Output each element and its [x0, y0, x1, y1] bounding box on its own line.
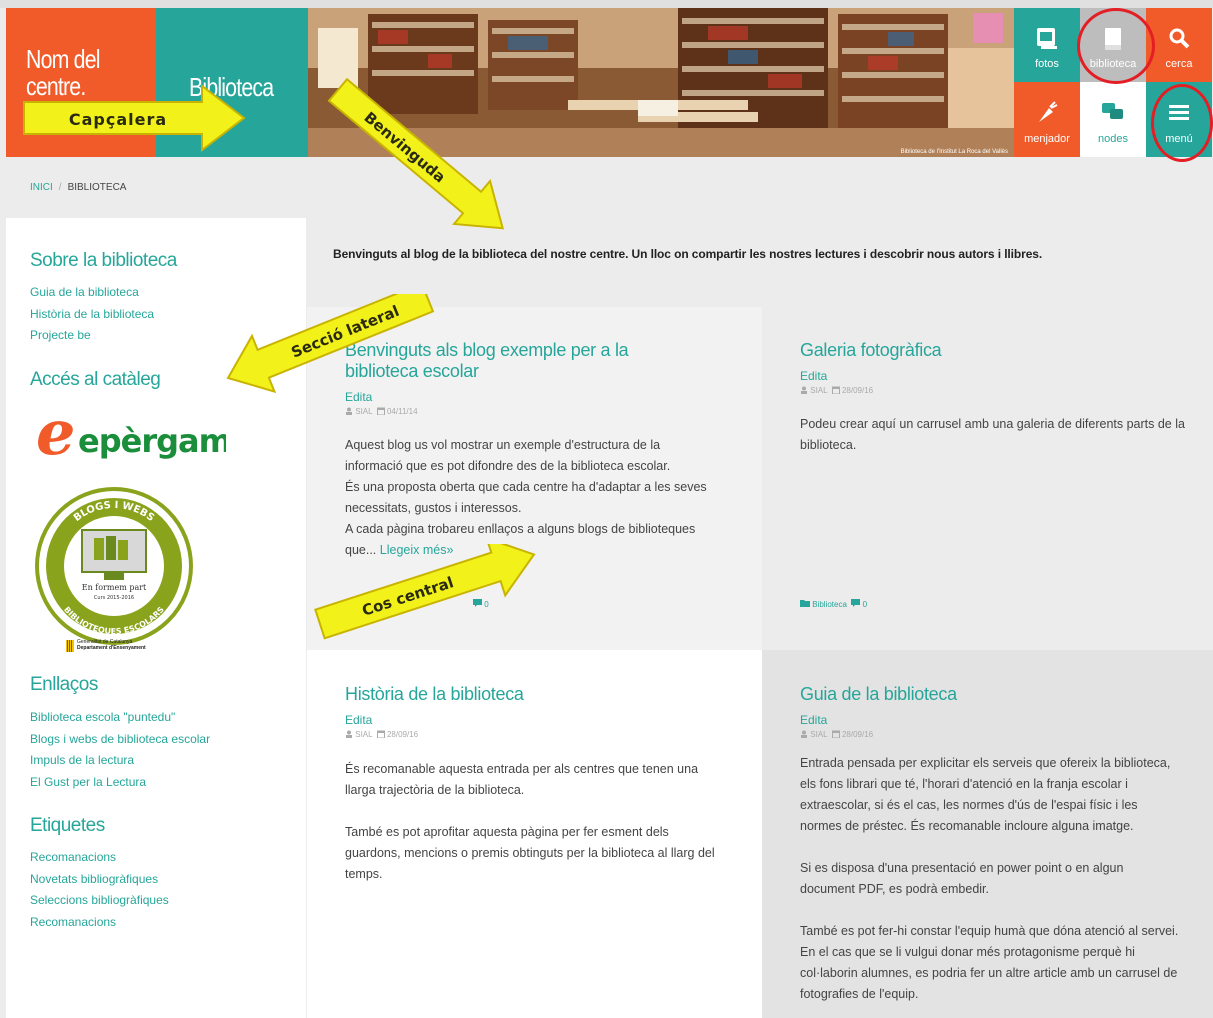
sidebar-link[interactable]: El Gust per la Lectura — [30, 772, 210, 794]
tile-menjador[interactable]: menjador — [1014, 82, 1080, 157]
folder-icon — [800, 600, 810, 607]
svg-text:Capçalera: Capçalera — [69, 110, 167, 129]
tile-cerca[interactable]: cerca — [1146, 8, 1212, 82]
annotation-arrow-benvinguda: Benvinguda — [327, 77, 505, 230]
sidebar-link[interactable]: Història de la biblioteca — [30, 304, 154, 326]
photo-caption: Biblioteca de l'Institut La Roca del Val… — [900, 149, 1008, 155]
sidebar-about-links: Guia de la biblioteca Història de la bib… — [30, 282, 154, 347]
post-body: Aquest blog us vol mostrar un exemple d'… — [345, 438, 707, 557]
post-body: Entrada pensada per explicitar els serve… — [800, 756, 1179, 1001]
sidebar-tags-list: Recomanacions Novetats bibliogràfiques S… — [30, 847, 169, 933]
sidebar-heading-tags: Etiquetes — [30, 815, 105, 836]
svg-text:epèrgam: epèrgam — [78, 422, 226, 460]
sidebar-heading-catalog: Accés al catàleg — [30, 369, 161, 390]
sidebar-tag[interactable]: Recomanacions — [30, 847, 169, 869]
user-icon — [801, 386, 807, 394]
calendar-icon — [376, 730, 385, 739]
search-icon — [1169, 28, 1190, 49]
carrot-icon — [1039, 101, 1058, 122]
annotation-arrow-capcalera: Capçalera — [23, 84, 246, 152]
breadcrumb-current: BIBLIOTECA — [67, 182, 127, 193]
svg-text:Benvinguda: Benvinguda — [361, 108, 449, 186]
post-card: Història de la biblioteca Edita SIAL 28/… — [307, 650, 762, 1018]
post-meta: SIAL 28/09/16 — [800, 730, 873, 739]
post-meta: SIAL 28/09/16 — [345, 730, 418, 739]
annotation-arrow-cos-central: Cos central — [314, 544, 536, 640]
post-title[interactable]: Galeria fotogràfica — [800, 340, 1180, 361]
breadcrumb-home[interactable]: INICI — [30, 182, 53, 193]
post-card: Guia de la biblioteca Edita SIAL 28/09/1… — [762, 650, 1213, 1018]
sidebar-link[interactable]: Blogs i webs de biblioteca escolar — [30, 729, 210, 751]
tile-fotos[interactable]: fotos — [1014, 8, 1080, 82]
blogs-webs-badge[interactable]: BLOGS I WEBS BIBLIOTEQUES ESCOLARS En fo… — [34, 486, 194, 654]
highlight-ring-menu — [1151, 84, 1213, 162]
svg-text:En formem part: En formem part — [82, 583, 147, 592]
svg-text:Curs 2015-2016: Curs 2015-2016 — [94, 595, 134, 601]
sidebar-tag[interactable]: Recomanacions — [30, 912, 169, 934]
highlight-ring-biblioteca — [1077, 8, 1155, 84]
post-meta: SIAL 28/09/16 — [800, 386, 873, 395]
edit-link[interactable]: Edita — [800, 713, 827, 727]
window-top-border — [0, 0, 1213, 8]
post-body: És recomanable aquesta entrada per als c… — [345, 762, 715, 881]
breadcrumb: INICI / BIBLIOTECA — [30, 182, 127, 193]
epergam-logo[interactable]: e epèrgam — [36, 400, 226, 464]
generalitat-flag-icon — [66, 640, 74, 652]
sidebar-link[interactable]: Impuls de la lectura — [30, 750, 210, 772]
post-title[interactable]: Guia de la biblioteca — [800, 684, 1180, 705]
annotation-arrow-seccio-lateral: Secció lateral — [226, 294, 435, 394]
user-icon — [801, 730, 807, 738]
sidebar-heading-links: Enllaços — [30, 674, 98, 695]
welcome-text: Benvinguts al blog de la biblioteca del … — [333, 247, 1043, 261]
sidebar-tag[interactable]: Novetats bibliogràfiques — [30, 869, 169, 891]
sidebar-heading-about: Sobre la biblioteca — [30, 250, 177, 271]
sidebar-link[interactable]: Guia de la biblioteca — [30, 282, 154, 304]
calendar-icon — [831, 386, 840, 395]
user-icon — [346, 730, 352, 738]
comment-icon — [851, 599, 861, 607]
calendar-icon — [831, 730, 840, 739]
edit-link[interactable]: Edita — [800, 369, 827, 383]
sidebar-links-list: Biblioteca escola "puntedu" Blogs i webs… — [30, 707, 210, 793]
sidebar-tag[interactable]: Seleccions bibliogràfiques — [30, 890, 169, 912]
post-category[interactable]: Biblioteca — [812, 600, 847, 609]
tile-nodes[interactable]: nodes — [1080, 82, 1146, 157]
sidebar-link[interactable]: Projecte be — [30, 325, 154, 347]
post-body: Podeu crear aquí un carrusel amb una gal… — [800, 417, 1185, 452]
post-footer: Biblioteca 0 — [800, 599, 867, 609]
edit-link[interactable]: Edita — [345, 713, 372, 727]
generalitat-logo: Generalitat de Catalunya Departament d'E… — [66, 639, 176, 653]
post-card: Galeria fotogràfica Edita SIAL 28/09/16 … — [762, 307, 1213, 650]
sidebar-link[interactable]: Biblioteca escola "puntedu" — [30, 707, 210, 729]
chat-bubbles-icon — [1102, 103, 1123, 119]
photos-icon — [1037, 28, 1057, 49]
svg-text:e: e — [36, 400, 75, 464]
post-title[interactable]: Història de la biblioteca — [345, 684, 725, 705]
